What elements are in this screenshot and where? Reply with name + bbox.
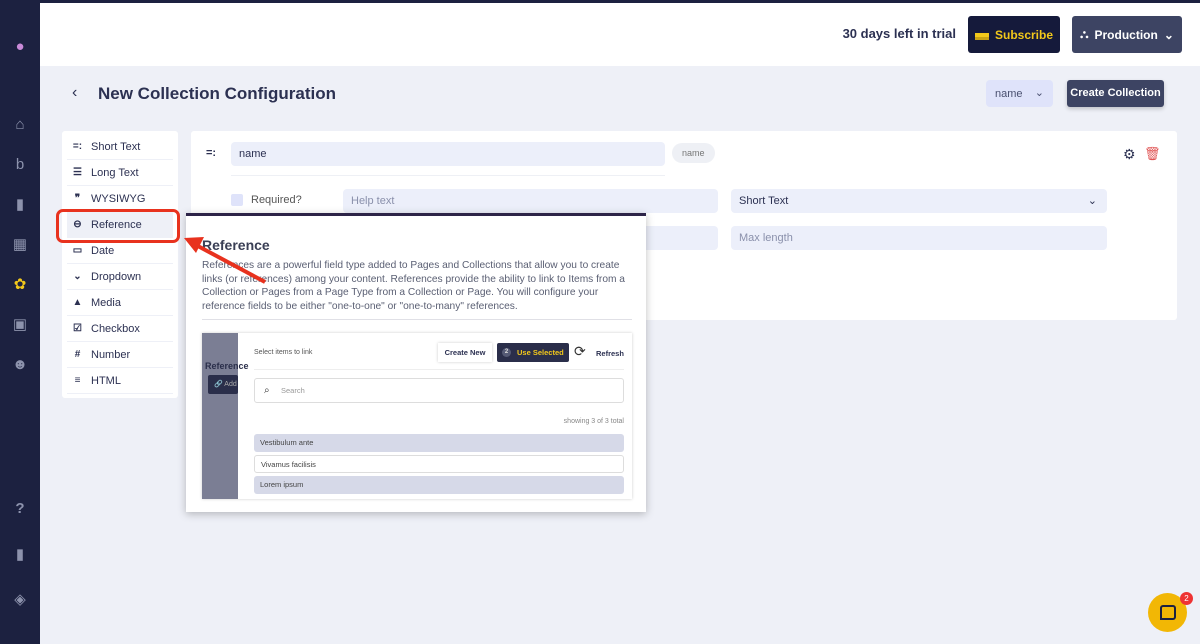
field-type-checkbox[interactable]: ☑ Checkbox <box>67 316 173 342</box>
short-text-icon: =: <box>72 141 83 152</box>
demo-use-selected-button: 2 Use Selected <box>497 343 569 362</box>
field-key-badge: name <box>672 143 715 163</box>
credit-card-icon <box>974 29 989 40</box>
media-icon[interactable]: ▣ <box>10 316 30 334</box>
demo-side-label: Reference <box>205 361 249 371</box>
popover-description: References are a powerful field type add… <box>202 259 632 320</box>
home-icon[interactable]: ⌂ <box>10 116 30 134</box>
required-checkbox[interactable] <box>231 194 243 206</box>
field-type-label: Media <box>91 296 121 309</box>
field-type-label: Date <box>91 244 115 257</box>
chevron-down-icon: ⌄ <box>1163 27 1174 42</box>
field-type-dropdown[interactable]: ⌄ Dropdown <box>67 264 173 290</box>
field-type-label: HTML <box>91 374 121 387</box>
page-icon[interactable]: ▮ <box>10 196 30 214</box>
users-icon[interactable]: ☻ <box>10 356 30 374</box>
calendar-icon: ▭ <box>72 245 83 256</box>
long-text-icon: ☰ <box>73 167 82 178</box>
field-type-value: Short Text <box>739 195 789 207</box>
display-field-select[interactable]: name ⌄ <box>986 80 1053 107</box>
collections-icon[interactable]: ✿ <box>10 276 30 294</box>
demo-use-selected-label: Use Selected <box>517 348 564 357</box>
chevron-down-icon: ⌄ <box>1087 195 1097 207</box>
field-type-number[interactable]: # Number <box>67 342 173 368</box>
refresh-icon: ⟳ <box>574 343 586 359</box>
quote-icon: ❞ <box>74 193 81 204</box>
help-text-input[interactable]: Help text <box>343 189 718 213</box>
demo-list-item: Vestibulum ante <box>254 434 624 452</box>
image-icon: ▲ <box>72 297 83 308</box>
chevron-down-icon: ⌄ <box>1034 87 1044 99</box>
max-length-input[interactable]: Max length <box>731 226 1107 250</box>
back-button[interactable]: ‹ <box>72 84 77 102</box>
chevron-down-icon: ⌄ <box>73 271 82 282</box>
demo-add-label: Add <box>224 381 237 388</box>
create-collection-button[interactable]: Create Collection <box>1067 80 1164 107</box>
popover-title: Reference <box>202 237 270 253</box>
hash-icon: # <box>74 349 81 360</box>
demo-label: Select items to link <box>254 349 313 356</box>
field-type-media[interactable]: ▲ Media <box>67 290 173 316</box>
required-label: Required? <box>251 194 302 206</box>
trash-icon[interactable]: 🗑 <box>1144 146 1161 162</box>
field-type-short-text[interactable]: =: Short Text <box>67 134 173 160</box>
subscribe-button[interactable]: Subscribe <box>968 16 1060 53</box>
field-type-list: =: Short Text ☰ Long Text ❞ WYSIWYG ⊖ Reference… <box>62 131 178 398</box>
field-type-long-text[interactable]: ☰ Long Text <box>67 160 173 186</box>
page-title: New Collection Configuration <box>98 84 336 103</box>
field-type-html[interactable]: ≡ HTML <box>67 368 173 394</box>
layout-icon[interactable]: ▦ <box>10 236 30 254</box>
reference-info-popover: Reference References are a powerful fiel… <box>186 213 646 512</box>
demo-add-button: 🔗 Add <box>208 375 238 394</box>
logo-icon[interactable]: ● <box>10 38 30 56</box>
field-type-select[interactable]: Short Text ⌄ <box>731 189 1107 213</box>
demo-list-item: Lorem ipsum <box>254 476 624 494</box>
demo-selected-count: 2 <box>502 348 511 357</box>
gear-icon[interactable]: ⚙ <box>1123 146 1136 163</box>
help-icon[interactable]: ? <box>10 500 30 518</box>
docs-icon[interactable]: ▮ <box>10 546 30 564</box>
reference-demo-image: Reference 🔗 Add Select items to link Cre… <box>202 333 632 499</box>
reference-highlight-box <box>56 209 180 243</box>
blog-icon[interactable]: b <box>10 156 30 174</box>
field-type-label: Number <box>91 348 131 361</box>
demo-refresh-label: Refresh <box>596 349 624 358</box>
sitemap-icon: ⛬ <box>1080 27 1089 41</box>
demo-count: showing 3 of 3 total <box>563 418 624 425</box>
field-type-label: Long Text <box>91 166 139 179</box>
trial-status: 30 days left in trial <box>842 26 956 41</box>
display-field-value: name <box>995 88 1023 100</box>
field-type-label: Checkbox <box>91 322 140 335</box>
list-icon: ≡ <box>74 375 81 386</box>
search-icon: ⌕ <box>264 385 270 396</box>
layers-icon[interactable]: ◈ <box>10 591 30 609</box>
drag-handle-icon[interactable]: =: <box>206 147 216 159</box>
demo-sidebar: Reference 🔗 Add <box>202 333 249 499</box>
field-name-input[interactable]: name <box>231 142 665 166</box>
environment-label: Production <box>1094 27 1158 42</box>
environment-dropdown[interactable]: ⛬ Production ⌄ <box>1072 16 1182 53</box>
demo-search-placeholder: Search <box>281 386 305 395</box>
field-type-label: WYSIWYG <box>91 192 146 205</box>
chat-icon <box>1159 605 1176 620</box>
checkbox-icon: ☑ <box>73 323 82 334</box>
demo-search-input: ⌕ Search <box>254 378 624 403</box>
subscribe-label: Subscribe <box>994 27 1054 42</box>
demo-list-item: Vivamus facilisis <box>254 455 624 473</box>
field-type-label: Short Text <box>91 140 141 153</box>
demo-create-new-button: Create New <box>438 343 492 362</box>
sidebar: ● ⌂ b ▮ ▦ ✿ ▣ ☻ ? ▮ ◈ <box>0 0 40 644</box>
chat-badge: 2 <box>1180 592 1193 605</box>
field-type-label: Dropdown <box>91 270 142 283</box>
